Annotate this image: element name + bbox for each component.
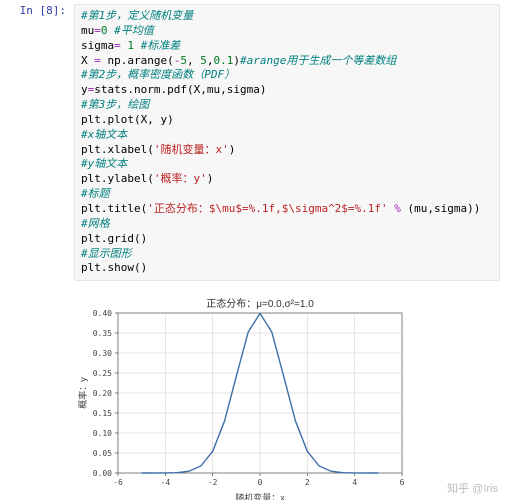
svg-text:-2: -2 bbox=[208, 478, 218, 487]
svg-text:正态分布：μ=0.0,σ²=1.0: 正态分布：μ=0.0,σ²=1.0 bbox=[206, 297, 314, 310]
comment: #第1步，定义随机变量 bbox=[81, 9, 193, 22]
normal-distribution-chart: -6 -4 -2 0 2 4 6 0.00 0.05 0.10 0.15 0.20 0.25 0.30 0.… bbox=[72, 295, 412, 500]
svg-text:0.25: 0.25 bbox=[93, 369, 112, 378]
svg-text:0.35: 0.35 bbox=[93, 329, 112, 338]
code-text: mu bbox=[81, 24, 94, 37]
svg-text:0: 0 bbox=[258, 478, 263, 487]
cell-output: -6 -4 -2 0 2 4 6 0.00 0.05 0.10 0.15 0.20 0.25 0.30 0.… bbox=[72, 295, 506, 500]
svg-text:0.10: 0.10 bbox=[93, 429, 112, 438]
svg-text:0.30: 0.30 bbox=[93, 349, 112, 358]
code-input[interactable]: #第1步，定义随机变量 mu=0 #平均值 sigma= 1 #标准差 X = … bbox=[74, 4, 500, 281]
svg-text:0.15: 0.15 bbox=[93, 409, 112, 418]
cell-prompt: In [8]: bbox=[6, 4, 74, 17]
svg-text:-4: -4 bbox=[161, 478, 171, 487]
svg-text:-6: -6 bbox=[113, 478, 123, 487]
svg-text:6: 6 bbox=[400, 478, 405, 487]
svg-text:2: 2 bbox=[305, 478, 310, 487]
svg-text:4: 4 bbox=[352, 478, 357, 487]
svg-text:0.05: 0.05 bbox=[93, 449, 112, 458]
svg-text:随机变量：x: 随机变量：x bbox=[235, 492, 285, 500]
svg-text:0.00: 0.00 bbox=[93, 469, 112, 478]
watermark: 知乎 @Iris bbox=[447, 480, 498, 496]
svg-text:概率：y: 概率：y bbox=[77, 377, 88, 409]
code-cell: In [8]: #第1步，定义随机变量 mu=0 #平均值 sigma= 1 #… bbox=[0, 0, 506, 289]
svg-text:0.40: 0.40 bbox=[93, 309, 112, 318]
svg-text:0.20: 0.20 bbox=[93, 389, 112, 398]
